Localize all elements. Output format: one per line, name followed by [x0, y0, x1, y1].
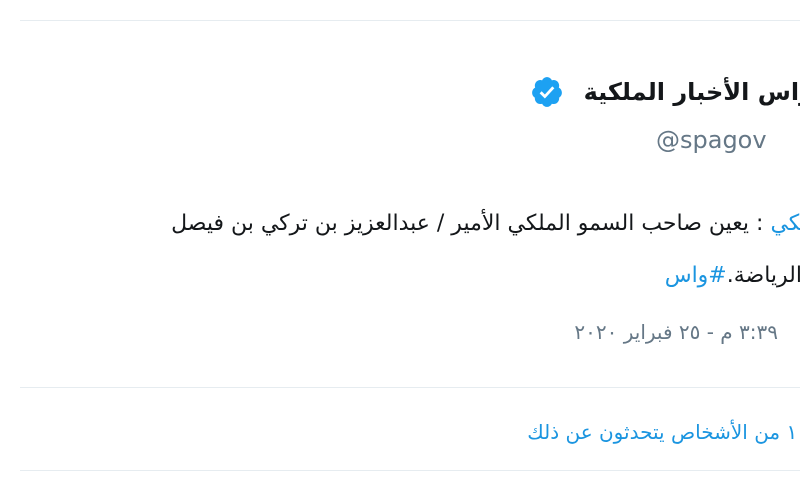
tweet-body-text: الرياضة. [726, 263, 800, 288]
tweet-text: ملكي : يعين صاحب السمو الملكي الأمير / ع… [0, 198, 800, 302]
tweet-body-text: : يعين صاحب السمو الملكي الأمير / عبدالع… [171, 211, 771, 236]
middle-divider [20, 387, 800, 388]
author-display-name[interactable]: واس الأخبار الملكية [584, 78, 800, 106]
verified-badge-icon [530, 75, 564, 109]
tweet-embed: واس الأخبار الملكية @spagov ملكي : يعين … [0, 0, 800, 500]
hashtag-link[interactable]: ملكي [770, 211, 800, 236]
author-handle[interactable]: @spagov [656, 126, 767, 154]
tweet-text-line-1: ملكي : يعين صاحب السمو الملكي الأمير / ع… [0, 198, 800, 250]
top-divider [20, 20, 800, 21]
tweet-text-line-2: الرياضة.#واس [0, 250, 800, 302]
people-talking-link[interactable]: ١٠ من الأشخاص يتحدثون عن ذلك [527, 420, 800, 444]
hashtag-link[interactable]: #واس [665, 263, 727, 288]
bottom-divider [20, 470, 800, 471]
tweet-timestamp[interactable]: ٣:٣٩ م - ٢٥ فبراير ٢٠٢٠ [574, 320, 778, 344]
author-header[interactable]: واس الأخبار الملكية [530, 72, 800, 112]
